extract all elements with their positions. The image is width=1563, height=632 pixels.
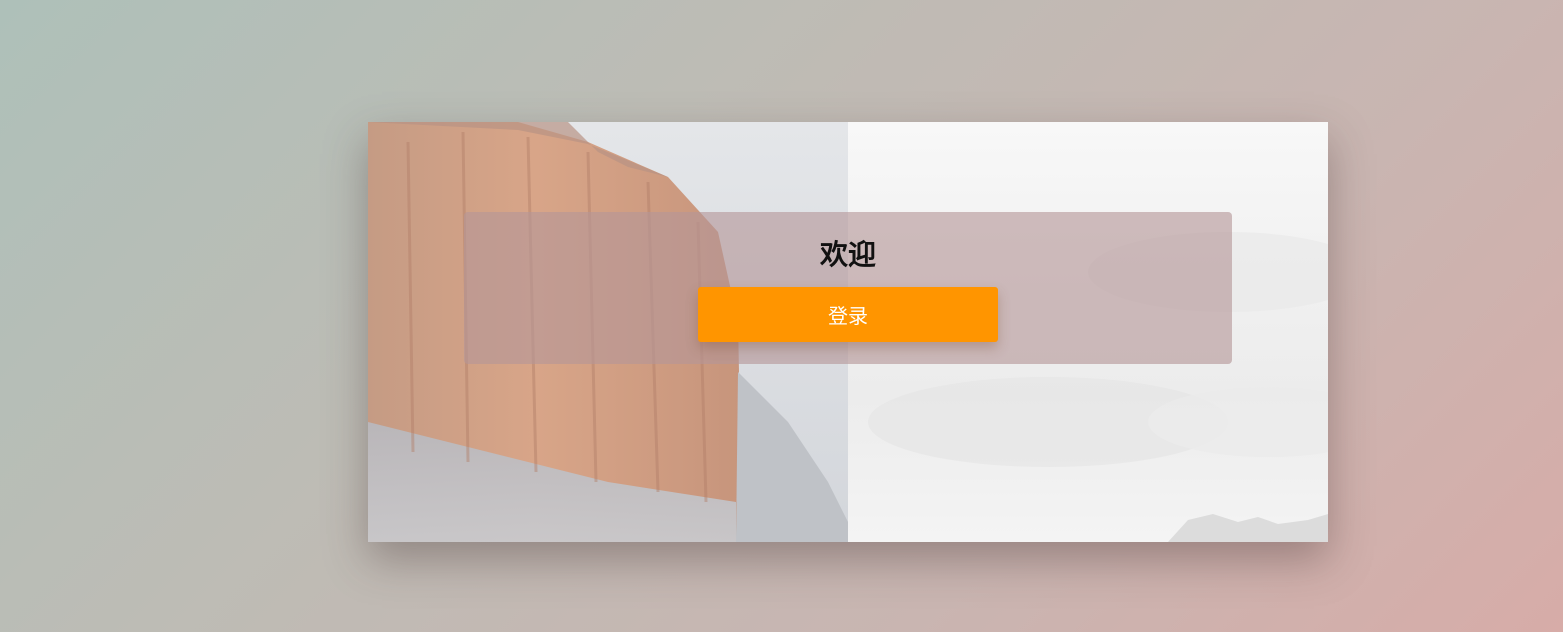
welcome-title: 欢迎 xyxy=(819,238,876,271)
welcome-panel: 欢迎 登录 xyxy=(464,212,1232,364)
login-button[interactable]: 登录 xyxy=(698,287,998,342)
